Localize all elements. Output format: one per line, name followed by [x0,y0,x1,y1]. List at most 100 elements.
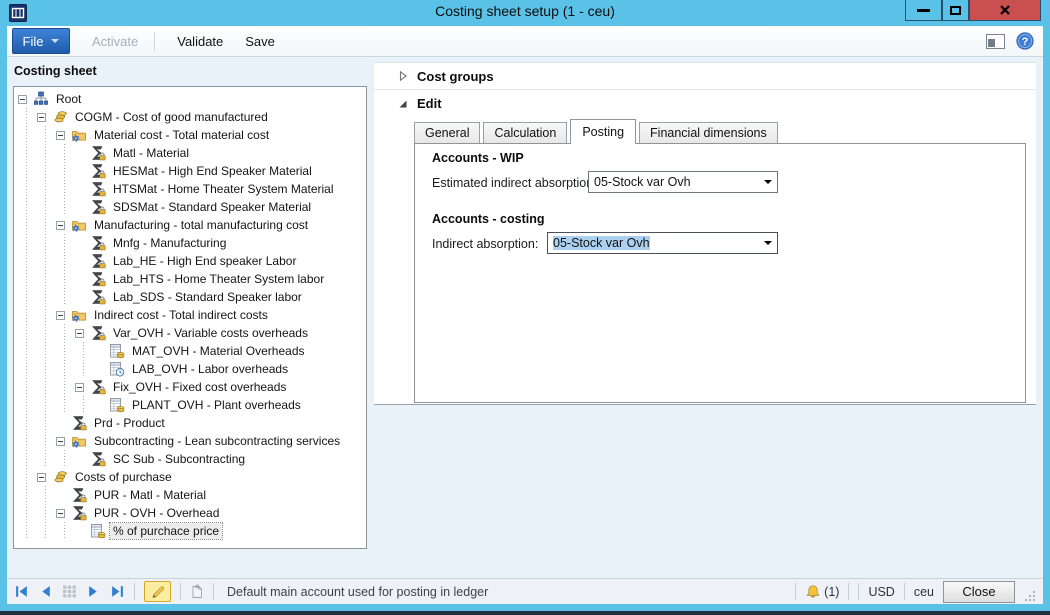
tree-connector [18,270,37,288]
indirect-absorption-combo[interactable]: 05-Stock var Ovh [547,232,778,254]
tree-item-label: PUR - OVH - Overhead [91,505,222,521]
tree-connector [37,396,56,414]
tree-item[interactable]: Costs of purchase [18,468,366,486]
tree-item[interactable]: LAB_OVH - Labor overheads [18,360,366,378]
tree-item[interactable]: Lab_SDS - Standard Speaker labor [18,288,366,306]
statusbar-separator [134,583,135,600]
edit-pencil-icon [151,585,165,599]
tree-item-label: PUR - Matl - Material [91,487,209,503]
notification-bell-button[interactable] [805,584,821,600]
tree-connector [37,252,56,270]
tree-expander-icon[interactable] [75,329,84,338]
tree-item[interactable]: Fix_OVH - Fixed cost overheads [18,378,366,396]
tree-item[interactable]: Indirect cost - Total indirect costs [18,306,366,324]
tree-expander-icon[interactable] [18,95,27,104]
help-icon[interactable] [1016,32,1034,50]
file-menu-button[interactable]: File [12,28,70,54]
detail-panel: Cost groups Edit GeneralCalculationPosti… [374,62,1036,405]
close-window-button[interactable] [969,0,1041,21]
tree-expander-icon[interactable] [56,509,65,518]
tree-item-label: Indirect cost - Total indirect costs [91,307,271,323]
tree-expander-icon[interactable] [56,437,65,446]
restore-pane-icon[interactable] [986,34,1005,49]
sigma-icon [90,235,106,251]
tree-item[interactable]: Lab_HE - High End speaker Labor [18,252,366,270]
sigma-icon [90,271,106,287]
tree-item[interactable]: SDSMat - Standard Speaker Material [18,198,366,216]
currency-indicator[interactable]: USD [868,585,894,599]
tree-connector [18,198,37,216]
tree-item[interactable]: Lab_HTS - Home Theater System labor [18,270,366,288]
estimated-indirect-absorption-combo[interactable]: 05-Stock var Ovh [588,171,778,193]
dropdown-arrow-icon[interactable] [759,233,777,253]
tree-item[interactable]: PUR - Matl - Material [18,486,366,504]
tree-connector [75,360,94,378]
tree-item[interactable]: SC Sub - Subcontracting [18,450,366,468]
folder-icon [71,127,87,143]
tree-item[interactable]: Var_OVH - Variable costs overheads [18,324,366,342]
tree-expander-icon[interactable] [75,383,84,392]
tree-item[interactable]: MAT_OVH - Material Overheads [18,342,366,360]
tree-item-label: Lab_HE - High End speaker Labor [110,253,299,269]
tree-item[interactable]: PUR - OVH - Overhead [18,504,366,522]
last-record-button[interactable] [110,585,125,598]
edit-mode-toggle[interactable] [144,581,171,602]
tree-expander-icon[interactable] [37,473,46,482]
tree-item[interactable]: HTSMat - Home Theater System Material [18,180,366,198]
tab-calculation[interactable]: Calculation [483,122,567,143]
sigma-icon [90,163,106,179]
tree-connector [37,306,56,324]
next-record-button[interactable] [86,585,101,598]
expanded-arrow-icon [398,98,408,109]
sigma-icon [71,487,87,503]
tree-item[interactable]: Matl - Material [18,144,366,162]
tree-item[interactable]: Material cost - Total material cost [18,126,366,144]
tree-expander-icon[interactable] [56,131,65,140]
tree-connector [37,198,56,216]
tree-item[interactable]: % of purchace price [18,522,366,540]
indirect-absorption-label: Indirect absorption: [432,237,538,251]
tree-item[interactable]: COGM - Cost of good manufactured [18,108,366,126]
tree-connector [18,252,37,270]
tree-pane-title: Costing sheet [14,64,97,78]
tree-expander-icon[interactable] [37,113,46,122]
tree-item-label: Material cost - Total material cost [91,127,272,143]
tree-item[interactable]: Mnfg - Manufacturing [18,234,366,252]
tree-connector [56,198,75,216]
maximize-button[interactable] [942,0,969,21]
posting-tab-page: Accounts - WIP Estimated indirect absorp… [414,143,1026,403]
close-button[interactable]: Close [943,581,1015,603]
validate-button[interactable]: Validate [177,34,223,49]
company-indicator[interactable]: ceu [914,585,934,599]
first-record-icon [14,585,29,598]
tree-expander-icon[interactable] [56,311,65,320]
resize-grip-icon[interactable] [1024,589,1036,601]
section-cost-groups[interactable]: Cost groups [374,63,1036,90]
tree-item[interactable]: Manufacturing - total manufacturing cost [18,216,366,234]
statusbar-separator [848,583,849,600]
notification-count[interactable]: (1) [824,585,839,599]
tree-expander-icon[interactable] [56,221,65,230]
tree-item[interactable]: Prd - Product [18,414,366,432]
tree-item[interactable]: Root [18,90,366,108]
minimize-button[interactable] [905,0,942,21]
tree-connector [37,180,56,198]
tree-item[interactable]: Subcontracting - Lean subcontracting ser… [18,432,366,450]
tab-posting[interactable]: Posting [570,119,636,144]
tree-connector [37,432,56,450]
sigma-icon [90,145,106,161]
estimated-indirect-absorption-label: Estimated indirect absorption: [432,176,597,190]
first-record-button[interactable] [14,585,29,598]
tab-financial-dimensions[interactable]: Financial dimensions [639,122,778,143]
minimize-icon [917,9,930,12]
tree-connector [18,396,37,414]
tree-item[interactable]: HESMat - High End Speaker Material [18,162,366,180]
save-button[interactable]: Save [245,34,275,49]
dropdown-arrow-icon[interactable] [759,172,777,192]
tree-item[interactable]: PLANT_OVH - Plant overheads [18,396,366,414]
tab-general[interactable]: General [414,122,480,143]
previous-record-button[interactable] [38,585,53,598]
section-edit[interactable]: Edit [374,90,1036,117]
tree-connector [37,126,56,144]
client-area: Costing sheet RootCOGM - Cost of good ma… [7,57,1043,578]
